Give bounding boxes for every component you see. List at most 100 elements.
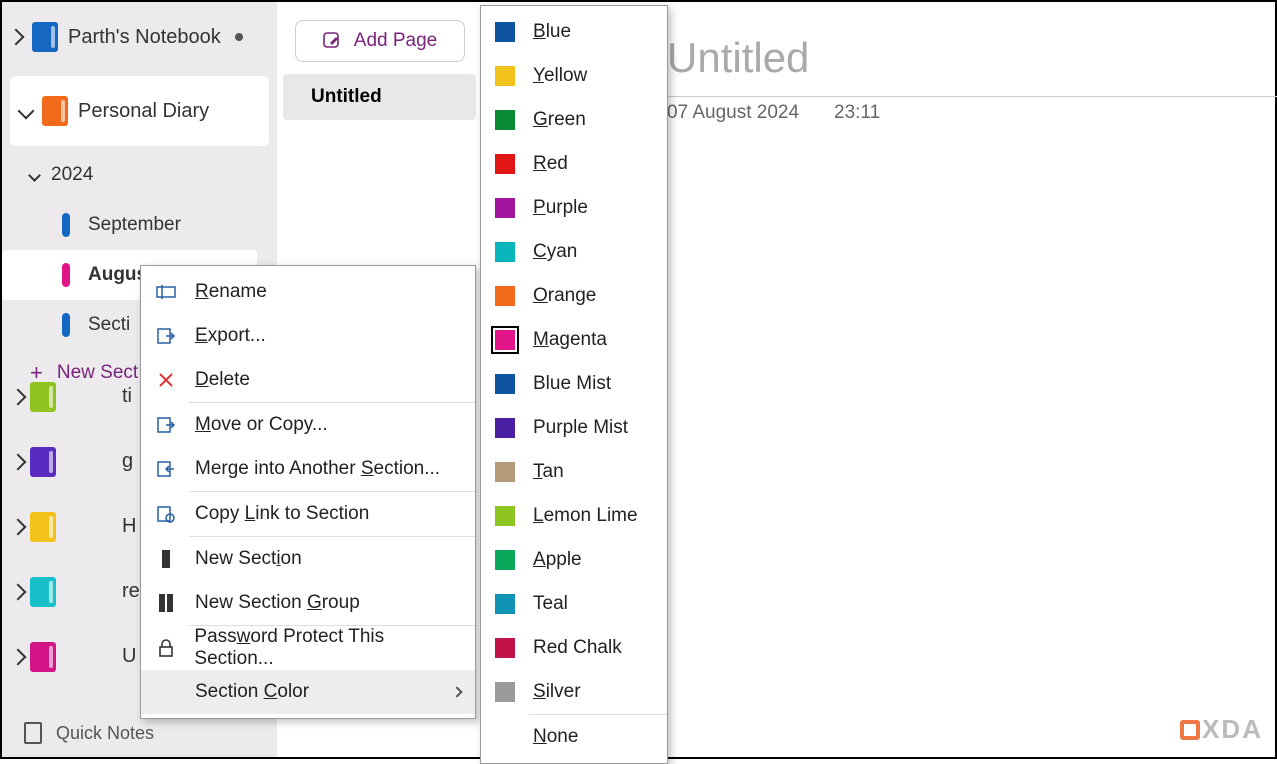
notebook-collapsed-4[interactable] bbox=[6, 559, 56, 624]
note-time[interactable]: 23:11 bbox=[834, 102, 880, 124]
chevron-down-icon bbox=[28, 169, 41, 182]
section-group-icon bbox=[155, 592, 177, 614]
color-lemon-lime[interactable]: Lemon Lime bbox=[481, 494, 667, 538]
blank-icon bbox=[155, 681, 177, 703]
color-apple[interactable]: Apple bbox=[481, 538, 667, 582]
color-swatch bbox=[495, 418, 515, 438]
title-underline bbox=[667, 96, 1277, 97]
section-group-2024[interactable]: 2024 bbox=[2, 150, 277, 200]
page-title: Untitled bbox=[311, 86, 382, 108]
notebook-label: Parth's Notebook bbox=[68, 26, 221, 49]
color-teal[interactable]: Teal bbox=[481, 582, 667, 626]
notebook-label: Personal Diary bbox=[78, 100, 209, 123]
chevron-right-icon bbox=[8, 29, 25, 46]
color-green[interactable]: Green bbox=[481, 98, 667, 142]
notebook-personal-diary[interactable]: Personal Diary bbox=[10, 76, 269, 146]
ctx-delete[interactable]: Delete bbox=[141, 358, 475, 402]
notebook-label-partial: g bbox=[72, 429, 133, 494]
color-swatch bbox=[495, 242, 515, 262]
notebook-icon bbox=[32, 22, 58, 52]
color-tan[interactable]: Tan bbox=[481, 450, 667, 494]
chevron-right-icon bbox=[10, 453, 27, 470]
ctx-rename[interactable]: Rename bbox=[141, 270, 475, 314]
color-swatch bbox=[495, 154, 515, 174]
color-swatch bbox=[495, 374, 515, 394]
notebook-icon bbox=[30, 447, 56, 477]
color-blue[interactable]: Blue bbox=[481, 10, 667, 54]
color-orange[interactable]: Orange bbox=[481, 274, 667, 318]
ctx-export[interactable]: Export... bbox=[141, 314, 475, 358]
ctx-move-copy[interactable]: Move or Copy... bbox=[141, 403, 475, 447]
page-icon bbox=[24, 722, 42, 744]
notebook-icon bbox=[30, 382, 56, 412]
color-swatch bbox=[495, 506, 515, 526]
color-swatch bbox=[495, 462, 515, 482]
lock-icon bbox=[155, 637, 176, 659]
section-icon bbox=[155, 548, 177, 570]
color-swatch bbox=[495, 682, 515, 702]
quick-notes-label: Quick Notes bbox=[56, 723, 154, 744]
color-yellow[interactable]: Yellow bbox=[481, 54, 667, 98]
add-page-button[interactable]: Add Page bbox=[295, 20, 465, 62]
color-swatch bbox=[495, 286, 515, 306]
watermark: XDA bbox=[1180, 714, 1263, 745]
notebook-collapsed-1[interactable] bbox=[6, 364, 56, 429]
move-icon bbox=[155, 414, 177, 436]
notebook-label-partial: ti bbox=[72, 364, 132, 429]
color-blue-mist[interactable]: Blue Mist bbox=[481, 362, 667, 406]
merge-icon bbox=[155, 458, 177, 480]
color-silver[interactable]: Silver bbox=[481, 670, 667, 714]
page-untitled[interactable]: Untitled bbox=[283, 74, 476, 120]
notebook-collapsed-2[interactable] bbox=[6, 429, 56, 494]
ctx-merge[interactable]: Merge into Another Section... bbox=[141, 447, 475, 491]
ctx-new-section-group[interactable]: New Section Group bbox=[141, 581, 475, 625]
chevron-right-icon bbox=[451, 686, 462, 697]
notebook-label-partial: U bbox=[72, 624, 136, 689]
color-swatch bbox=[495, 22, 515, 42]
color-magenta[interactable]: Magenta bbox=[481, 318, 667, 362]
note-title-placeholder[interactable]: Untitled bbox=[667, 34, 809, 82]
notebook-icon bbox=[30, 512, 56, 542]
notebook-icon bbox=[42, 96, 68, 126]
chevron-right-icon bbox=[10, 518, 27, 535]
notebook-icon bbox=[30, 577, 56, 607]
ctx-copy-link[interactable]: Copy Link to Section bbox=[141, 492, 475, 536]
color-none[interactable]: None bbox=[481, 715, 667, 759]
ctx-new-section[interactable]: New Section bbox=[141, 537, 475, 581]
color-swatch bbox=[495, 638, 515, 658]
notebook-collapsed-3[interactable] bbox=[6, 494, 56, 559]
blank-icon bbox=[495, 727, 515, 747]
color-swatch bbox=[495, 594, 515, 614]
color-cyan[interactable]: Cyan bbox=[481, 230, 667, 274]
note-date[interactable]: 07 August 2024 bbox=[667, 102, 799, 124]
add-page-label: Add Page bbox=[354, 30, 437, 52]
chevron-right-icon bbox=[10, 388, 27, 405]
color-purple-mist[interactable]: Purple Mist bbox=[481, 406, 667, 450]
color-swatch bbox=[495, 66, 515, 86]
section-color-mark bbox=[62, 263, 70, 287]
export-icon bbox=[155, 325, 177, 347]
ctx-password-protect[interactable]: Password Protect This Section... bbox=[141, 626, 475, 670]
quick-notes[interactable]: Quick Notes bbox=[2, 713, 277, 753]
year-label: 2024 bbox=[51, 164, 93, 186]
sync-dot-icon bbox=[235, 33, 243, 41]
chevron-down-icon bbox=[18, 103, 35, 120]
color-purple[interactable]: Purple bbox=[481, 186, 667, 230]
edit-icon bbox=[322, 31, 342, 51]
section-label: September bbox=[88, 214, 181, 236]
notebook-parths[interactable]: Parth's Notebook bbox=[2, 2, 277, 72]
link-icon bbox=[155, 503, 177, 525]
chevron-right-icon bbox=[10, 583, 27, 600]
notebook-label-partial: re bbox=[72, 559, 140, 624]
color-red[interactable]: Red bbox=[481, 142, 667, 186]
notebook-collapsed-5[interactable] bbox=[6, 624, 56, 689]
section-color-mark bbox=[62, 313, 70, 337]
color-swatch bbox=[495, 330, 515, 350]
section-color-mark bbox=[62, 213, 70, 237]
color-red-chalk[interactable]: Red Chalk bbox=[481, 626, 667, 670]
rename-icon bbox=[155, 281, 177, 303]
section-context-menu: Rename Export... Delete Move or Copy... … bbox=[140, 265, 476, 719]
section-september[interactable]: September bbox=[2, 200, 277, 250]
chevron-right-icon bbox=[10, 648, 27, 665]
ctx-section-color[interactable]: Section Color bbox=[141, 670, 475, 714]
